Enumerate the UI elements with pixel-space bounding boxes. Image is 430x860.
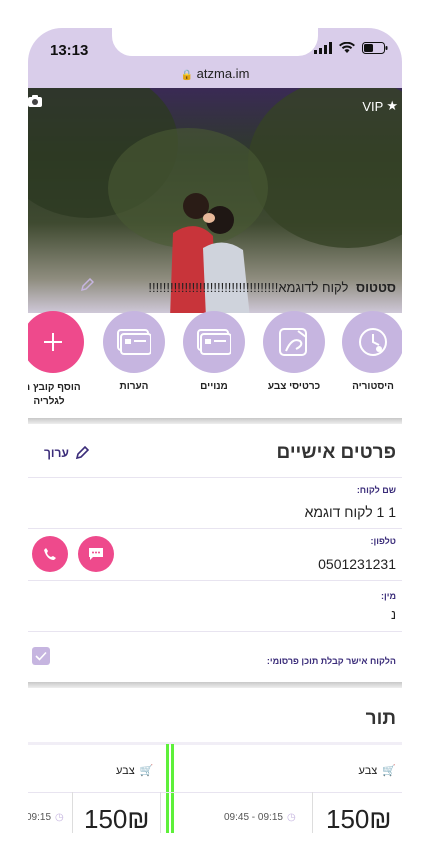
signal-icon xyxy=(314,42,332,54)
current-time-marker xyxy=(171,744,174,833)
pencil-icon xyxy=(80,277,95,292)
name-field-value: 1 1 לקוח דוגמא xyxy=(304,504,396,520)
vip-label: VIP xyxy=(362,98,384,114)
edit-label: ערוך xyxy=(44,446,69,460)
card-divider xyxy=(312,792,313,833)
call-button[interactable] xyxy=(32,536,68,572)
divider xyxy=(28,528,402,529)
name-field-label: שם לקוח: xyxy=(356,485,396,495)
queue-title: תור xyxy=(365,708,396,729)
card-divider xyxy=(160,792,161,833)
divider xyxy=(28,580,402,581)
add-gallery-file-label: הוסף קובץ חד לגלריה xyxy=(28,381,84,409)
pencil-icon xyxy=(75,446,89,460)
queue-service[interactable]: 🛒 צבע xyxy=(358,764,396,778)
subscriptions-label: מנויים xyxy=(200,381,228,392)
phone-icon xyxy=(44,548,56,560)
history-icon xyxy=(359,328,387,356)
url-text: atzma.im xyxy=(196,66,250,81)
star-icon: ★ xyxy=(386,98,398,113)
phone-field-label: טלפון: xyxy=(370,536,396,546)
queue-service-name: צבע xyxy=(116,764,135,777)
edit-personal-button[interactable]: ערוך xyxy=(44,446,89,460)
queue-time: 09:45 - 09:15 ◷ xyxy=(224,812,296,823)
notch xyxy=(112,28,318,56)
subscriptions-button[interactable] xyxy=(183,311,245,373)
add-gallery-label-line2: לגלריה xyxy=(33,396,65,407)
color-card-icon xyxy=(279,328,307,356)
queue-price: 150₪ xyxy=(84,804,150,833)
marketing-consent-label: הלקוח אישר קבלת תוכן פרסומי: xyxy=(266,656,396,666)
phone-screen: 13:13 🔒 atzma.im VIP ★ סטטוס לקוח לדוגמא… xyxy=(28,28,402,833)
subscription-card-icon xyxy=(197,329,231,355)
cart-icon: 🛒 xyxy=(382,765,396,777)
divider xyxy=(28,477,402,478)
personal-details-title: פרטים אישיים xyxy=(276,442,396,463)
queue-time-text: 09:45 - 09:15 xyxy=(224,812,283,823)
section-divider xyxy=(28,682,402,688)
queue-service[interactable]: 🛒 צבע xyxy=(116,764,154,778)
history-label: היסטוריה xyxy=(352,381,394,392)
phone-field-value: 0501231231 xyxy=(318,556,396,572)
clock-icon: ◷ xyxy=(55,812,64,823)
cart-icon: 🛒 xyxy=(139,765,154,777)
queue-price: 150₪ xyxy=(326,804,392,833)
status-bar: 13:13 🔒 atzma.im xyxy=(28,28,402,88)
current-time-marker xyxy=(166,744,169,833)
camera-icon xyxy=(28,95,42,107)
camera-button[interactable] xyxy=(28,94,42,112)
url-bar[interactable]: 🔒 atzma.im xyxy=(28,66,402,81)
status-row: סטטוס לקוח לדוגמא!!!!!!!!!!!!!!!!!!!!!!!… xyxy=(28,277,402,310)
status-text: לקוח לדוגמא!!!!!!!!!!!!!!!!!!!!!!!!!!!!!… xyxy=(148,280,349,295)
clock-icon: ◷ xyxy=(286,812,296,823)
notes-card-icon xyxy=(117,329,151,355)
clock: 13:13 xyxy=(50,42,89,59)
queue-service-name: צבע xyxy=(358,764,378,777)
gender-field-value: נ xyxy=(390,607,396,622)
queue-time-text: 09:15 xyxy=(28,812,52,823)
status-label: סטטוס xyxy=(356,280,396,295)
lock-icon: 🔒 xyxy=(180,70,194,81)
gender-field-label: מין: xyxy=(381,591,396,601)
queue-time: 09:15 ◷ xyxy=(28,812,64,823)
notes-button[interactable] xyxy=(103,311,165,373)
action-buttons-row: היסטוריה כרטיסי צבע מנויים הערות הוסף קו… xyxy=(28,311,402,421)
color-cards-label: כרטיסי צבע xyxy=(267,381,321,392)
section-divider xyxy=(28,418,402,424)
chat-icon xyxy=(89,548,103,560)
add-gallery-file-button[interactable] xyxy=(28,311,84,373)
history-button[interactable] xyxy=(342,311,402,373)
battery-icon xyxy=(362,42,388,54)
add-gallery-label-line1: הוסף קובץ חד xyxy=(28,382,81,393)
plus-icon xyxy=(44,333,62,351)
divider xyxy=(28,631,402,632)
check-icon xyxy=(35,651,47,661)
wifi-icon xyxy=(339,42,355,53)
status-icons xyxy=(314,42,388,54)
vip-badge[interactable]: VIP ★ xyxy=(362,98,398,114)
status-line: סטטוס לקוח לדוגמא!!!!!!!!!!!!!!!!!!!!!!!… xyxy=(148,280,396,295)
divider xyxy=(28,792,402,793)
notes-label: הערות xyxy=(119,381,149,392)
divider xyxy=(28,742,402,745)
edit-status-button[interactable] xyxy=(80,277,95,297)
message-button[interactable] xyxy=(78,536,114,572)
color-cards-button[interactable] xyxy=(263,311,325,373)
card-divider xyxy=(72,792,73,833)
marketing-consent-checkbox[interactable] xyxy=(32,647,50,665)
